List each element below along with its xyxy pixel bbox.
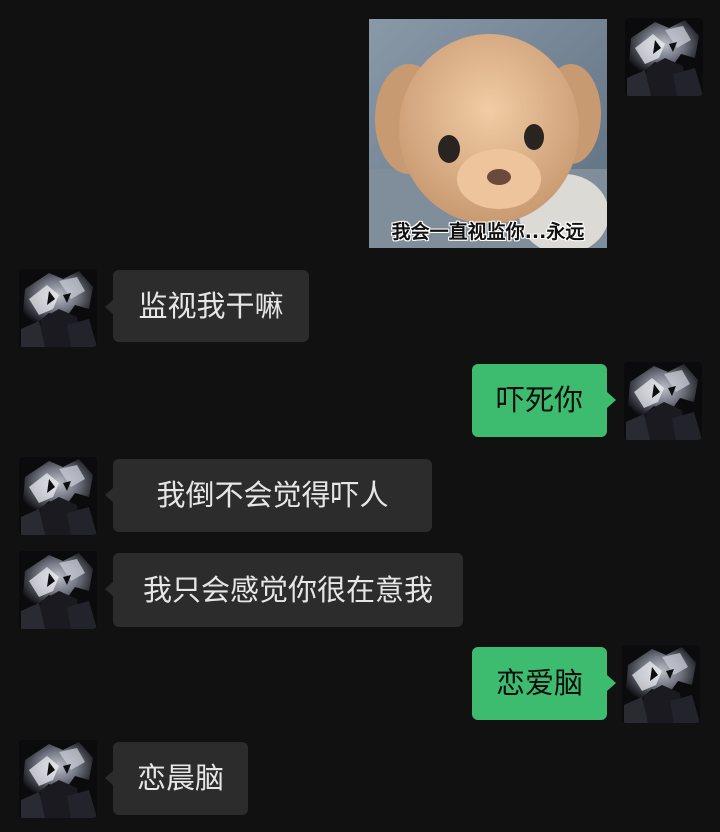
message-bubble-incoming[interactable]: 我倒不会觉得吓人 [113,459,432,532]
puppy-sticker-icon [369,19,607,248]
message-bubble-incoming[interactable]: 恋晨脑 [113,742,248,815]
message-bubble-incoming[interactable]: 监视我干嘛 [113,270,309,342]
avatar-contact[interactable] [19,551,97,629]
puppy-sticker-image[interactable]: 我会一直视监你...永远 [369,19,607,248]
avatar-self[interactable] [622,645,700,723]
avatar-contact[interactable] [19,457,97,535]
message-bubble-outgoing[interactable]: 吓死你 [472,364,607,437]
avatar-self[interactable] [624,362,702,440]
message-bubble-incoming[interactable]: 我只会感觉你很在意我 [113,553,463,627]
sticker-caption: 我会一直视监你...永远 [391,221,585,243]
message-bubble-outgoing[interactable]: 恋爱脑 [472,647,607,720]
avatar-contact[interactable] [19,740,97,818]
avatar-contact[interactable] [19,269,97,347]
avatar-self[interactable] [625,18,703,96]
